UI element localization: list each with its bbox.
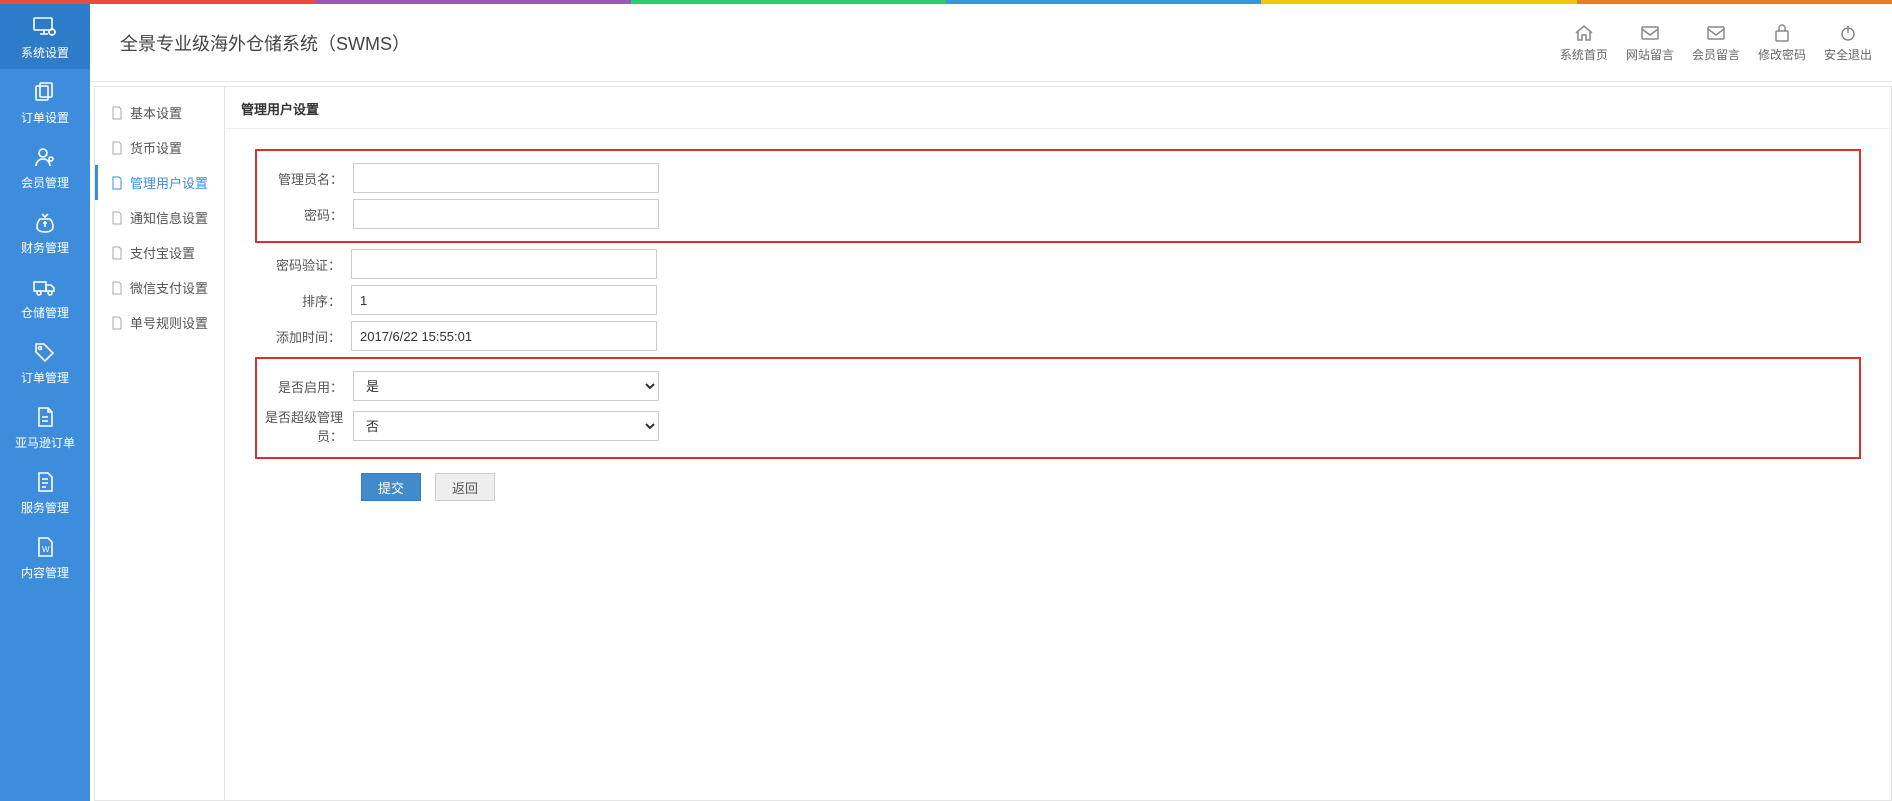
subnav-item-number-rule[interactable]: 单号规则设置 bbox=[95, 305, 224, 340]
sidebar-item-order-mgmt[interactable]: 订单管理 bbox=[0, 329, 90, 394]
subnav-item-basic[interactable]: 基本设置 bbox=[95, 95, 224, 130]
content-panel: 管理用户设置 管理员名： 密码： bbox=[224, 86, 1892, 801]
sort-input[interactable] bbox=[351, 285, 657, 315]
subnav-item-notify[interactable]: 通知信息设置 bbox=[95, 200, 224, 235]
sub-sidebar: 基本设置 货币设置 管理用户设置 通知信息设置 支付宝设置 bbox=[94, 86, 224, 801]
document-icon bbox=[0, 404, 90, 430]
page-title: 全景专业级海外仓储系统（SWMS） bbox=[120, 30, 1560, 56]
header-action-member-msg[interactable]: 会员留言 bbox=[1692, 22, 1740, 63]
header-action-home[interactable]: 系统首页 bbox=[1560, 22, 1608, 63]
user-icon bbox=[0, 144, 90, 170]
label-password-confirm: 密码验证： bbox=[255, 255, 351, 274]
truck-icon bbox=[0, 274, 90, 300]
sidebar-item-finance[interactable]: 财务管理 bbox=[0, 199, 90, 264]
enabled-select[interactable]: 是 否 bbox=[353, 371, 659, 401]
content-title: 管理用户设置 bbox=[225, 87, 1891, 129]
label-password: 密码： bbox=[257, 205, 353, 224]
sidebar-item-service[interactable]: 服务管理 bbox=[0, 459, 90, 524]
mail-icon bbox=[1626, 22, 1674, 44]
subnav-item-alipay[interactable]: 支付宝设置 bbox=[95, 235, 224, 270]
label-admin-name: 管理员名： bbox=[257, 169, 353, 188]
sidebar-item-amazon[interactable]: 亚马逊订单 bbox=[0, 394, 90, 459]
home-icon bbox=[1560, 22, 1608, 44]
word-file-icon: W bbox=[0, 534, 90, 560]
header-action-logout[interactable]: 安全退出 bbox=[1824, 22, 1872, 63]
label-sort: 排序： bbox=[255, 291, 351, 310]
sidebar-item-warehouse[interactable]: 仓储管理 bbox=[0, 264, 90, 329]
page-icon bbox=[110, 316, 124, 330]
subnav-item-wechat[interactable]: 微信支付设置 bbox=[95, 270, 224, 305]
header-action-site-msg[interactable]: 网站留言 bbox=[1626, 22, 1674, 63]
mail-icon bbox=[1692, 22, 1740, 44]
file-icon bbox=[0, 469, 90, 495]
admin-name-input[interactable] bbox=[353, 163, 659, 193]
password-confirm-input[interactable] bbox=[351, 249, 657, 279]
tag-icon bbox=[0, 339, 90, 365]
page-icon bbox=[110, 106, 124, 120]
sidebar-item-system[interactable]: 系统设置 bbox=[0, 4, 90, 69]
add-time-input[interactable] bbox=[351, 321, 657, 351]
header-bar: 全景专业级海外仓储系统（SWMS） 系统首页 网站留言 bbox=[90, 4, 1892, 82]
page-icon bbox=[110, 141, 124, 155]
page-icon bbox=[110, 176, 124, 190]
header-action-change-pwd[interactable]: 修改密码 bbox=[1758, 22, 1806, 63]
copy-icon bbox=[0, 79, 90, 105]
lock-icon bbox=[1758, 22, 1806, 44]
label-is-super: 是否超级管理员： bbox=[257, 407, 353, 445]
sidebar-item-content[interactable]: W 内容管理 bbox=[0, 524, 90, 589]
sidebar-item-member[interactable]: 会员管理 bbox=[0, 134, 90, 199]
highlight-flags: 是否启用： 是 否 是否超级管理员： bbox=[255, 357, 1861, 459]
password-input[interactable] bbox=[353, 199, 659, 229]
svg-text:W: W bbox=[42, 545, 50, 554]
power-icon bbox=[1824, 22, 1872, 44]
highlight-credentials: 管理员名： 密码： bbox=[255, 149, 1861, 243]
back-button[interactable]: 返回 bbox=[435, 473, 495, 501]
money-bag-icon bbox=[0, 209, 90, 235]
subnav-item-admin-user[interactable]: 管理用户设置 bbox=[95, 165, 224, 200]
main-sidebar: 系统设置 订单设置 会员管理 财务管理 仓储管理 bbox=[0, 4, 90, 801]
monitor-gear-icon bbox=[0, 14, 90, 40]
label-enabled: 是否启用： bbox=[257, 377, 353, 396]
submit-button[interactable]: 提交 bbox=[361, 473, 421, 501]
page-icon bbox=[110, 281, 124, 295]
admin-user-form: 管理员名： 密码： 密码验证： bbox=[225, 129, 1891, 521]
sidebar-item-order-settings[interactable]: 订单设置 bbox=[0, 69, 90, 134]
label-add-time: 添加时间： bbox=[255, 327, 351, 346]
subnav-item-currency[interactable]: 货币设置 bbox=[95, 130, 224, 165]
is-super-select[interactable]: 是 否 bbox=[353, 411, 659, 441]
page-icon bbox=[110, 246, 124, 260]
page-icon bbox=[110, 211, 124, 225]
